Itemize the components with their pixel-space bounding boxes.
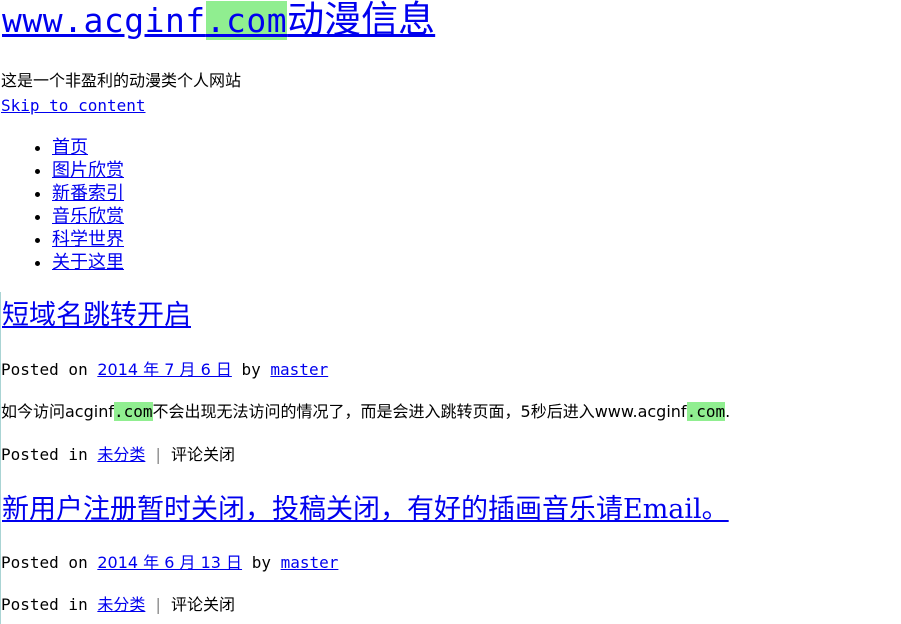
post-footer: Posted in 未分类 | 评论关闭 (1, 594, 235, 616)
site-tagline: 这是一个非盈利的动漫类个人网站 (1, 71, 242, 90)
post-meta: Posted on 2014 年 6 月 13 日 by master (1, 552, 338, 574)
category-link[interactable]: 未分类 (97, 445, 145, 464)
nav-link-science[interactable]: 科学世界 (52, 229, 124, 250)
author-link[interactable]: master (281, 553, 339, 572)
post-title-link[interactable]: 新用户注册暂时关闭，投稿关闭，有好的插画音乐请Email。 (2, 494, 729, 525)
main-nav: 首页 图片欣赏 新番索引 音乐欣赏 科学世界 关于这里 (0, 136, 124, 274)
by-label: by (241, 360, 261, 379)
posted-on-label: Posted on (1, 360, 88, 379)
nav-link-home[interactable]: 首页 (52, 137, 88, 158)
nav-link-about[interactable]: 关于这里 (52, 252, 124, 273)
post-content: 如今访问acginf.com不会出现无法访问的情况了，而是会进入跳转页面，5秒后… (1, 401, 730, 423)
nav-item-new-anime: 新番索引 (52, 182, 124, 205)
site-title-suffix: 动漫信息 (287, 0, 436, 41)
nav-item-home: 首页 (52, 136, 124, 159)
footer-separator: | (153, 595, 163, 614)
nav-link-music[interactable]: 音乐欣赏 (52, 206, 124, 227)
nav-item-about: 关于这里 (52, 251, 124, 274)
site-title-domain: www.acginf (2, 1, 206, 40)
comments-closed: 评论关闭 (171, 595, 236, 614)
post-content-text-3: . (725, 402, 731, 421)
site-title-link[interactable]: www.acginf.com动漫信息 (2, 0, 435, 41)
post-title: 新用户注册暂时关闭，投稿关闭，有好的插画音乐请Email。 (2, 493, 729, 527)
posted-in-label: Posted in (1, 595, 88, 614)
skip-to-content-link[interactable]: Skip to content (1, 95, 146, 117)
post-title-link[interactable]: 短域名跳转开启 (2, 300, 191, 331)
posted-in-label: Posted in (1, 445, 88, 464)
posted-on-label: Posted on (1, 553, 88, 572)
by-label: by (251, 553, 271, 572)
post-title: 短域名跳转开启 (2, 299, 191, 333)
post-date-link[interactable]: 2014 年 6 月 13 日 (97, 553, 242, 572)
site-title-domain-highlight: .com (205, 1, 288, 40)
footer-separator: | (153, 445, 163, 464)
post-content-highlight-2: .com (686, 402, 726, 421)
nav-item-science: 科学世界 (52, 228, 124, 251)
post-date-link[interactable]: 2014 年 7 月 6 日 (97, 360, 232, 379)
post-content-text-2: 不会出现无法访问的情况了，而是会进入跳转页面，5秒后进入www.acginf (152, 402, 687, 421)
post-footer: Posted in 未分类 | 评论关闭 (1, 444, 235, 466)
category-link[interactable]: 未分类 (97, 595, 145, 614)
nav-item-music: 音乐欣赏 (52, 205, 124, 228)
post-meta: Posted on 2014 年 7 月 6 日 by master (1, 359, 328, 381)
nav-item-images: 图片欣赏 (52, 159, 124, 182)
post-content-highlight-1: .com (113, 402, 153, 421)
comments-closed: 评论关闭 (171, 445, 236, 464)
nav-link-images[interactable]: 图片欣赏 (52, 160, 124, 181)
post-content-text-1: 如今访问acginf (1, 402, 114, 421)
nav-link-new-anime[interactable]: 新番索引 (52, 183, 124, 204)
site-title: www.acginf.com动漫信息 (2, 0, 435, 43)
author-link[interactable]: master (270, 360, 328, 379)
